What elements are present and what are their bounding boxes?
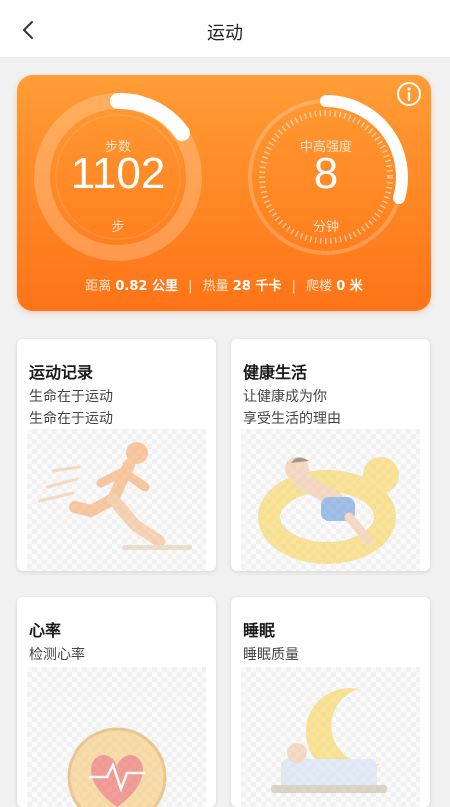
stats-separator: | <box>188 279 193 294</box>
card-subtitle: 睡眠质量 <box>243 644 299 666</box>
floors-value: 0 米 <box>336 279 363 294</box>
back-button[interactable] <box>14 16 42 44</box>
card-subtitle-line: 让健康成为你 <box>243 389 327 405</box>
card-title: 健康生活 <box>243 363 308 382</box>
card-subtitle: 检测心率 <box>29 644 85 666</box>
page-title: 运动 <box>207 23 243 44</box>
intensity-value: 8 <box>313 149 339 198</box>
card-subtitle-line: 生命在于运动 <box>29 411 113 427</box>
intensity-ring: 中高强度 8 分钟 <box>241 92 411 262</box>
activity-summary-card[interactable]: 步数 1102 步 中高强度 8 分钟 距离 0.82 公里 | 热量 28 千… <box>17 75 431 311</box>
card-sleep[interactable]: 睡眠 睡眠质量 <box>231 597 430 807</box>
card-subtitle-line: 睡眠质量 <box>243 647 299 663</box>
distance-value: 0.82 公里 <box>115 279 178 294</box>
card-title: 心率 <box>29 621 62 640</box>
card-subtitle-line: 生命在于运动 <box>29 389 113 405</box>
floors-label: 爬楼 <box>306 279 333 294</box>
card-subtitle-line: 检测心率 <box>29 647 85 663</box>
runner-illustration <box>17 429 216 571</box>
intensity-unit: 分钟 <box>312 220 339 235</box>
top-bar: 运动 <box>0 0 450 58</box>
card-healthy-life[interactable]: 健康生活 让健康成为你 享受生活的理由 <box>231 339 430 571</box>
activity-stats-line: 距离 0.82 公里 | 热量 28 千卡 | 爬楼 0 米 <box>17 275 431 294</box>
card-subtitle: 让健康成为你 享受生活的理由 <box>243 386 341 430</box>
card-exercise-record[interactable]: 运动记录 生命在于运动 生命在于运动 <box>17 339 216 571</box>
card-title: 运动记录 <box>29 363 94 382</box>
stats-separator: | <box>291 279 296 294</box>
card-heart-rate[interactable]: 心率 检测心率 <box>17 597 216 807</box>
calories-value: 28 千卡 <box>232 279 282 294</box>
heart-illustration <box>17 667 216 807</box>
moon-illustration <box>231 667 430 807</box>
calories-label: 热量 <box>202 279 229 294</box>
steps-unit: 步 <box>111 220 125 235</box>
card-subtitle: 生命在于运动 生命在于运动 <box>29 386 113 430</box>
steps-ring: 步数 1102 步 <box>33 92 203 262</box>
swim-ring-illustration <box>231 429 430 571</box>
distance-label: 距离 <box>85 279 112 294</box>
steps-value: 1102 <box>70 149 166 198</box>
card-title: 睡眠 <box>243 621 276 640</box>
chevron-left-icon <box>23 21 33 39</box>
card-subtitle-line: 享受生活的理由 <box>243 411 341 427</box>
